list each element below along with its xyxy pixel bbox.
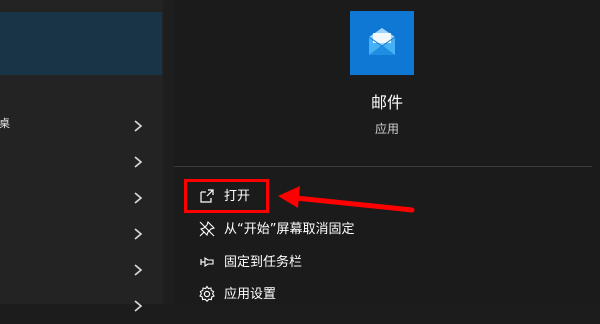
annotation-arrow-icon (278, 186, 415, 213)
